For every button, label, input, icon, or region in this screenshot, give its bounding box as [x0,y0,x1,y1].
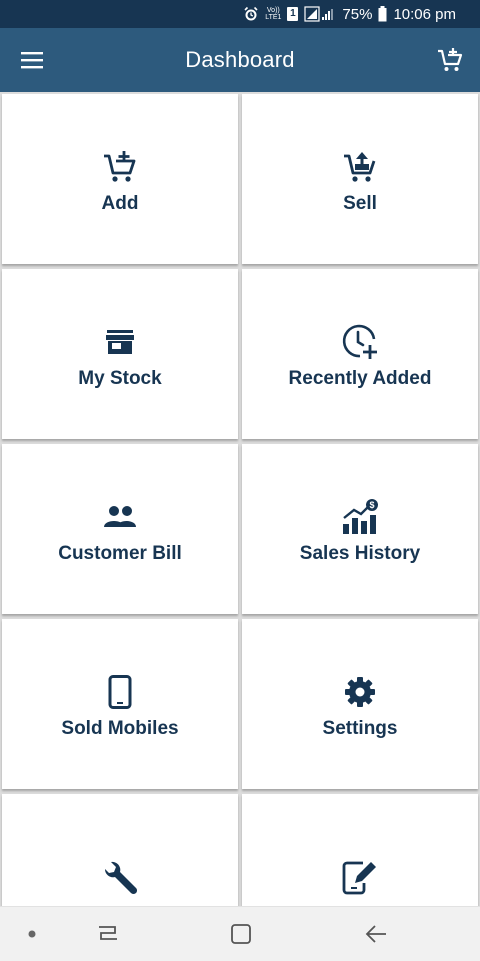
status-bar: Vo)) LTE1 1 75% 10:06 pm [0,0,480,28]
battery-percent: 75% [342,5,373,23]
tile-label: Sales History [299,543,421,564]
page-title: Dashboard [185,47,295,72]
tile-label: My Stock [78,368,162,389]
cart-add-icon [100,147,140,187]
back-button[interactable] [356,919,396,949]
tile-repair[interactable] [2,794,238,906]
tile-label: Add [101,193,139,214]
people-icon [100,497,140,537]
app-bar: Dashboard [0,28,480,92]
dot-button[interactable] [12,919,52,949]
sim-label: 1 [287,7,299,21]
tile-label: Recently Added [288,368,432,389]
home-button[interactable] [221,919,261,949]
gear-icon [340,672,380,712]
recents-icon [99,926,117,940]
signal-icon [304,6,336,22]
menu-button[interactable] [14,42,50,78]
sim-icon: 1 [287,7,299,21]
clock-time: 10:06 pm [393,5,456,23]
recents-button[interactable] [88,919,128,949]
tile-sales-history[interactable]: $ Sales History [242,444,478,614]
tile-label: Sold Mobiles [61,718,179,739]
alarm-icon [243,6,259,22]
volte-icon: Vo)) LTE1 [265,7,281,21]
dashboard-grid: Add Sell My Stock Recently Added Custome… [0,92,480,906]
tile-customer-bill[interactable]: Customer Bill [2,444,238,614]
tile-my-stock[interactable]: My Stock [2,269,238,439]
tile-settings[interactable]: Settings [242,619,478,789]
cart-sell-icon [340,147,380,187]
tile-sell[interactable]: Sell [242,94,478,264]
battery-icon [378,6,387,22]
tile-label: Settings [322,718,398,739]
menu-icon [21,52,43,69]
system-nav-bar [0,906,480,961]
clock-add-icon [340,322,380,362]
home-icon [231,924,251,944]
dot-icon [28,930,36,938]
tile-label: Sell [343,193,377,214]
store-icon [100,322,140,362]
tile-recently-added[interactable]: Recently Added [242,269,478,439]
tile-label: Customer Bill [58,543,182,564]
add-to-cart-button[interactable] [432,42,468,78]
mobile-edit-icon [340,858,380,898]
lte-label: LTE1 [265,14,282,21]
volte-label: Vo)) [266,7,280,14]
tile-edit-mobile[interactable] [242,794,478,906]
tile-add[interactable]: Add [2,94,238,264]
back-icon [365,925,386,943]
wrench-icon [100,858,140,898]
sales-chart-icon: $ [340,497,380,537]
mobile-icon [100,672,140,712]
tile-sold-mobiles[interactable]: Sold Mobiles [2,619,238,789]
cart-add-icon [438,48,463,71]
svg-text:$: $ [369,500,374,510]
